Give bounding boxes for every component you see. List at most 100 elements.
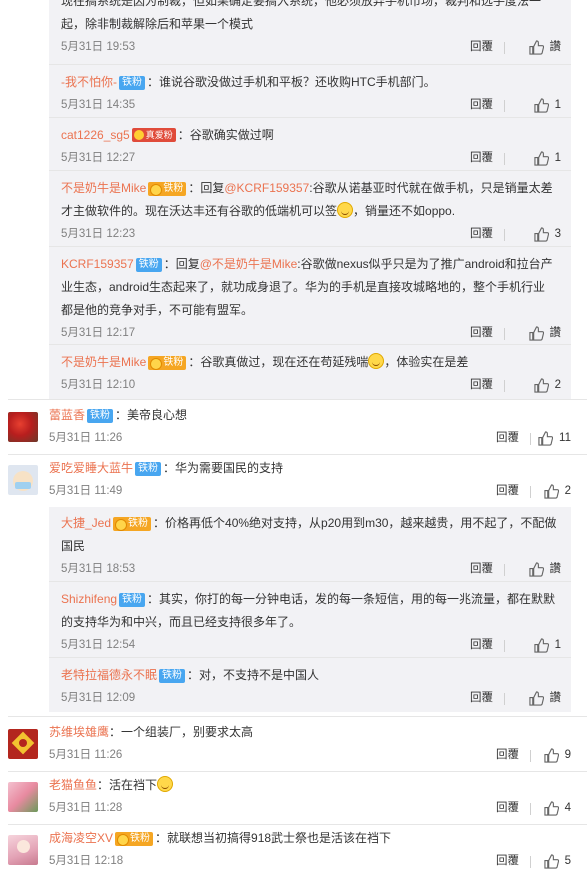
user-link[interactable]: cat1226_sg5	[61, 128, 130, 142]
grin-emoji-icon	[368, 353, 385, 369]
reply-list: 现在搞系统是因为制裁，但如果确定要搞入系统，他必须放弃手机市场，裁判和选手度法一…	[49, 0, 571, 400]
like-count: 讚	[549, 563, 562, 575]
fan-badge: 铁粉	[148, 356, 187, 370]
reply-button[interactable]: 回覆	[496, 427, 519, 450]
avatar[interactable]	[8, 729, 38, 759]
fan-badge: 铁粉	[87, 409, 114, 423]
thumbs-up-icon	[528, 326, 544, 341]
reply-button[interactable]: 回覆	[496, 797, 519, 820]
reply-button[interactable]: 回覆	[470, 36, 493, 59]
avatar[interactable]	[8, 465, 38, 495]
like-button[interactable]: 2	[533, 374, 561, 397]
thumbs-up-icon	[533, 378, 549, 393]
divider	[530, 433, 531, 445]
divider	[530, 486, 531, 498]
thumbs-up-icon	[533, 98, 549, 113]
like-button[interactable]: 1	[533, 94, 561, 117]
reply-text: :谷歌从诺基亚时代就在做手机，只是销量太差	[309, 181, 553, 195]
user-link[interactable]: 不是奶牛是Mike	[61, 355, 146, 369]
user-link[interactable]: 蕾蓝香	[49, 408, 85, 422]
like-button[interactable]: 讚	[528, 558, 562, 581]
reply-button[interactable]: 回覆	[470, 322, 493, 345]
like-button[interactable]: 1	[533, 147, 561, 170]
like-button[interactable]: 3	[533, 223, 561, 246]
avatar[interactable]	[8, 412, 38, 442]
comment-time: 5月31日 11:26	[49, 749, 123, 761]
reply-button[interactable]: 回覆	[470, 94, 493, 117]
like-button[interactable]: 5	[543, 850, 571, 873]
reply-button[interactable]: 回覆	[470, 687, 493, 710]
reply-button[interactable]: 回覆	[470, 147, 493, 170]
avatar[interactable]	[8, 782, 38, 812]
user-link[interactable]: 爱吃爱睡大蓝牛	[49, 461, 133, 475]
thumbs-up-icon	[533, 151, 549, 166]
grin-emoji-icon	[157, 776, 174, 792]
user-link[interactable]: KCRF159357	[61, 257, 134, 271]
reply-time: 5月31日 12:09	[61, 692, 136, 704]
reply-item: cat1226_sg5 真爱粉 ：谷歌确实做过啊 5月31日 12:27 回覆 1	[49, 118, 571, 171]
like-button[interactable]: 讚	[528, 36, 561, 59]
like-count: 5	[564, 855, 571, 867]
comment-time: 5月31日 12:18	[49, 855, 124, 867]
like-button[interactable]: 1	[533, 634, 561, 657]
comment-item: 老猫鱼鱼：活在裆下 5月31日 11:28 回覆 4	[0, 774, 587, 824]
reply-meta: 5月31日 12:09 回覆 讚	[61, 687, 561, 710]
like-button[interactable]: 2	[543, 480, 571, 503]
avatar[interactable]	[8, 835, 38, 865]
user-link[interactable]: 大捷_Jed	[61, 516, 111, 530]
like-button[interactable]: 11	[538, 427, 571, 450]
user-link[interactable]: 老特拉福德永不眠	[61, 668, 157, 682]
reply-text: ：谷歌真做过，现在还在苟延残喘	[188, 355, 369, 369]
reply-button[interactable]: 回覆	[496, 744, 519, 767]
reply-prefix: ：回复	[163, 257, 200, 271]
reply-button[interactable]: 回覆	[470, 223, 493, 246]
reply-text: ：对，不支持不是中国人	[187, 668, 320, 682]
reply-list: 大捷_Jed 铁粉 ：价格再低个40%绝对支持，从p20用到m30，越来越贵，用不起…	[49, 507, 571, 712]
reply-button[interactable]: 回覆	[470, 374, 493, 397]
like-count: 讚	[549, 692, 562, 704]
reply-item: 现在搞系统是因为制裁，但如果确定要搞入系统，他必须放弃手机市场，裁判和选手度法一…	[49, 0, 571, 65]
reply-meta: 5月31日 12:27 回覆 1	[61, 147, 561, 170]
reply-text: ，销量还不如oppo.	[353, 204, 456, 218]
like-count: 3	[554, 228, 561, 240]
reply-button[interactable]: 回覆	[496, 850, 519, 873]
mention-link[interactable]: @KCRF159357	[224, 181, 309, 195]
reply-item: 大捷_Jed 铁粉 ：价格再低个40%绝对支持，从p20用到m30，越来越贵，用不起…	[49, 507, 571, 582]
like-button[interactable]: 讚	[528, 322, 562, 345]
divider	[8, 771, 587, 772]
like-button[interactable]: 4	[543, 797, 571, 820]
reply-text: 才主做软件的。现在沃达丰还有谷歌的低端机可以签	[61, 204, 338, 218]
reply-text: 都是他的竞争对手，不可能有盟军。	[61, 303, 254, 317]
comment-item: 成海凌空XV 铁粉 ：就联想当初搞得918武士祭也是活该在裆下 5月31日 12:1…	[0, 827, 587, 882]
like-count: 9	[564, 749, 571, 761]
reply-button[interactable]: 回覆	[496, 480, 519, 503]
reply-meta: 5月31日 12:10 回覆 2	[61, 374, 561, 397]
reply-time: 5月31日 12:23	[61, 228, 136, 240]
thumbs-up-icon	[533, 638, 549, 653]
divider	[530, 803, 531, 815]
mention-link[interactable]: @不是奶牛是Mike	[200, 257, 298, 271]
reply-meta: 5月31日 12:54 回覆 1	[61, 634, 561, 657]
reply-meta: 5月31日 18:53 回覆 讚	[61, 558, 561, 581]
reply-button[interactable]: 回覆	[470, 634, 493, 657]
comment-meta: 5月31日 11:49 回覆 2	[49, 480, 571, 503]
reply-text: ：其实，你打的每一分钟电话，发的每一条短信，用的每一兆流量，都在默默	[147, 592, 556, 606]
reply-button[interactable]: 回覆	[470, 558, 493, 581]
like-count: 讚	[549, 327, 562, 339]
comment-meta: 5月31日 11:28 回覆 4	[49, 797, 571, 820]
user-link[interactable]: Shizhifeng	[61, 592, 117, 606]
like-button[interactable]: 9	[543, 744, 571, 767]
like-count: 11	[559, 432, 571, 444]
reply-time: 5月31日 12:10	[61, 379, 136, 391]
divider	[504, 380, 505, 392]
reply-time: 5月31日 12:54	[61, 639, 136, 651]
user-link[interactable]: 成海凌空XV	[49, 831, 113, 845]
divider	[8, 399, 587, 400]
user-link[interactable]: 苏维埃雄鹰	[49, 725, 109, 739]
user-link[interactable]: 不是奶牛是Mike	[61, 181, 146, 195]
user-link[interactable]: -我不怕你-	[61, 75, 117, 89]
divider	[504, 100, 505, 112]
like-button[interactable]: 讚	[528, 687, 562, 710]
divider	[504, 42, 505, 54]
user-link[interactable]: 老猫鱼鱼	[49, 778, 97, 792]
